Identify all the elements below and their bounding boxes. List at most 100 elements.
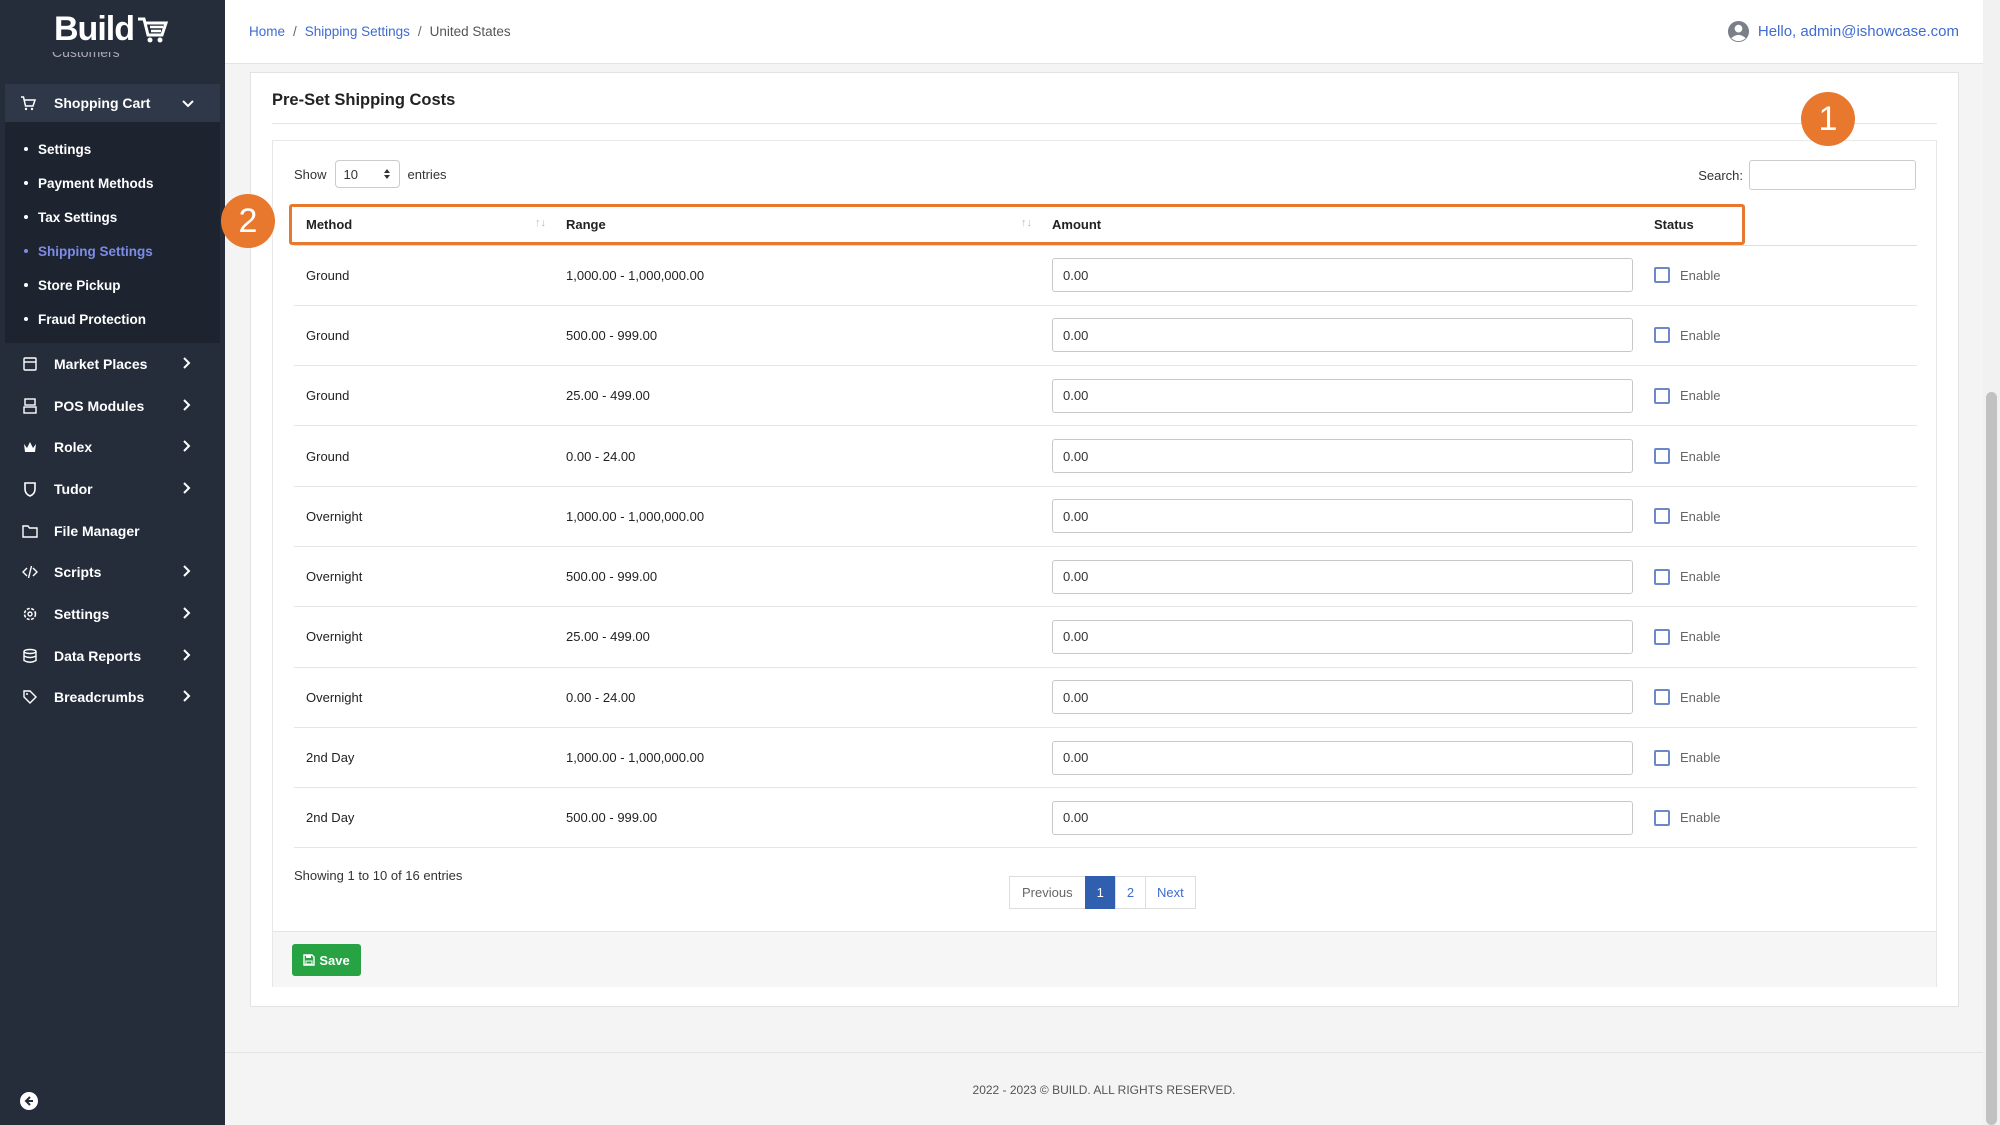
- enable-checkbox[interactable]: [1654, 628, 1670, 645]
- sidebar-item-rolex[interactable]: Rolex: [0, 426, 225, 468]
- sidebar-nav: Market Places POS Modules Rolex Tudor Fi…: [0, 343, 225, 718]
- enable-toggle[interactable]: Enable: [1654, 749, 1917, 766]
- table-row: Ground25.00 - 499.00 Enable: [294, 365, 1917, 427]
- pagination-previous[interactable]: Previous: [1009, 876, 1086, 909]
- enable-checkbox[interactable]: [1654, 448, 1670, 465]
- range-cell: 1,000.00 - 1,000,000.00: [554, 245, 1040, 306]
- amount-input[interactable]: [1052, 499, 1633, 534]
- range-cell: 500.00 - 999.00: [554, 305, 1040, 367]
- sidebar-item-label: Rolex: [54, 439, 93, 456]
- amount-input[interactable]: [1052, 800, 1633, 835]
- sidebar-item-settings[interactable]: Settings: [0, 593, 225, 635]
- amount-input[interactable]: [1052, 258, 1633, 293]
- sidebar-item-pos-modules[interactable]: POS Modules: [0, 385, 225, 427]
- amount-input[interactable]: [1052, 619, 1633, 654]
- sidebar-item-customers[interactable]: Customers: [22, 52, 182, 68]
- enable-checkbox[interactable]: [1654, 327, 1670, 344]
- chevron-right-icon: [183, 689, 191, 705]
- amount-cell: [1040, 546, 1642, 608]
- enable-toggle[interactable]: Enable: [1654, 387, 1917, 404]
- sidebar-subitem-shipping-settings[interactable]: Shipping Settings: [5, 234, 220, 268]
- enable-checkbox[interactable]: [1654, 689, 1670, 706]
- amount-input[interactable]: [1052, 740, 1633, 775]
- method-cell: Overnight: [294, 667, 554, 728]
- bullet-icon: [24, 283, 28, 287]
- scrollbar-thumb[interactable]: [1986, 392, 1997, 1125]
- enable-checkbox[interactable]: [1654, 267, 1670, 284]
- enable-checkbox[interactable]: [1654, 568, 1670, 585]
- shipping-costs-table: Method ↑↓ Range ↑↓ Amount Status Ground 1,0…: [294, 205, 1917, 849]
- pagination-page-2[interactable]: 2: [1114, 876, 1147, 909]
- step-marker-2: 2: [221, 194, 275, 248]
- sidebar-item-label: File Manager: [54, 522, 140, 539]
- enable-toggle[interactable]: Enable: [1654, 267, 1917, 284]
- page-length-select[interactable]: 10: [334, 160, 400, 188]
- shopping-cart-group: Shopping Cart Settings Payment Methods T…: [5, 84, 220, 343]
- search-input[interactable]: [1749, 160, 1916, 190]
- table-row: Overnight25.00 - 499.00 Enable: [294, 606, 1917, 668]
- status-cell: Enable: [1642, 787, 1917, 849]
- sidebar-item-shopping-cart[interactable]: Shopping Cart: [5, 84, 220, 122]
- save-button[interactable]: Save: [292, 944, 361, 976]
- sidebar-subitem-tax-settings[interactable]: Tax Settings: [5, 200, 220, 234]
- enable-toggle[interactable]: Enable: [1654, 568, 1917, 585]
- pagination-next[interactable]: Next: [1145, 876, 1196, 909]
- sidebar-item-data-reports[interactable]: Data Reports: [0, 635, 225, 677]
- sidebar-subitem-settings[interactable]: Settings: [5, 132, 220, 166]
- enable-checkbox[interactable]: [1654, 387, 1670, 404]
- card-footer: Save: [273, 931, 1936, 987]
- logo[interactable]: Build: [54, 10, 168, 49]
- breadcrumb-shipping-settings[interactable]: Shipping Settings: [305, 24, 410, 39]
- method-cell: Ground: [294, 305, 554, 367]
- range-cell: 0.00 - 24.00: [554, 425, 1040, 487]
- sidebar-item-tudor[interactable]: Tudor: [0, 468, 225, 510]
- sidebar: Build Customers Shopping Cart Settings P…: [0, 0, 225, 1125]
- enable-toggle[interactable]: Enable: [1654, 327, 1917, 344]
- enable-toggle[interactable]: Enable: [1654, 628, 1917, 645]
- pagination-page-1[interactable]: 1: [1084, 876, 1116, 909]
- sidebar-item-market-places[interactable]: Market Places: [0, 343, 225, 385]
- sidebar-item-label: Customers: [52, 52, 120, 60]
- enable-toggle[interactable]: Enable: [1654, 809, 1917, 826]
- cart-icon: [20, 95, 42, 111]
- amount-cell: [1040, 727, 1642, 789]
- column-header-method[interactable]: Method ↑↓: [294, 205, 554, 246]
- table-row: 2nd Day500.00 - 999.00 Enable: [294, 787, 1917, 849]
- enable-checkbox[interactable]: [1654, 749, 1670, 766]
- amount-input[interactable]: [1052, 378, 1633, 413]
- column-header-range[interactable]: Range ↑↓: [554, 205, 1040, 246]
- breadcrumb-separator: /: [417, 24, 422, 39]
- chevron-right-icon: [183, 606, 191, 622]
- sidebar-subitem-label: Tax Settings: [38, 209, 118, 225]
- status-cell: Enable: [1642, 305, 1917, 367]
- chevron-right-icon: [183, 564, 191, 580]
- enable-toggle[interactable]: Enable: [1654, 689, 1917, 706]
- enable-checkbox[interactable]: [1654, 508, 1670, 525]
- amount-input[interactable]: [1052, 559, 1633, 594]
- enable-toggle[interactable]: Enable: [1654, 448, 1917, 465]
- status-cell: Enable: [1642, 245, 1917, 306]
- status-cell: Enable: [1642, 667, 1917, 728]
- amount-input[interactable]: [1052, 318, 1633, 353]
- register-icon: [20, 397, 40, 414]
- enable-toggle[interactable]: Enable: [1654, 508, 1917, 525]
- sidebar-item-file-manager[interactable]: File Manager: [0, 510, 225, 552]
- enable-checkbox[interactable]: [1654, 809, 1670, 826]
- sidebar-item-scripts[interactable]: Scripts: [0, 551, 225, 593]
- shipping-costs-card: Pre-Set Shipping Costs Show 10 entries S…: [250, 72, 1959, 1007]
- sidebar-subitem-store-pickup[interactable]: Store Pickup: [5, 268, 220, 302]
- amount-input[interactable]: [1052, 680, 1633, 715]
- breadcrumb-home[interactable]: Home: [249, 24, 285, 39]
- sidebar-item-label: Data Reports: [54, 647, 142, 664]
- table-row: Ground500.00 - 999.00 Enable: [294, 305, 1917, 367]
- method-cell: Ground: [294, 365, 554, 427]
- amount-cell: [1040, 425, 1642, 487]
- user-menu[interactable]: Hello, admin@ishowcase.com: [1727, 20, 1959, 43]
- sidebar-subitem-payment-methods[interactable]: Payment Methods: [5, 166, 220, 200]
- amount-cell: [1040, 365, 1642, 427]
- sidebar-item-breadcrumbs[interactable]: Breadcrumbs: [0, 677, 225, 719]
- collapse-sidebar-button[interactable]: [20, 1092, 38, 1110]
- sidebar-subitem-fraud-protection[interactable]: Fraud Protection: [5, 302, 220, 336]
- method-cell: 2nd Day: [294, 727, 554, 789]
- amount-input[interactable]: [1052, 439, 1633, 474]
